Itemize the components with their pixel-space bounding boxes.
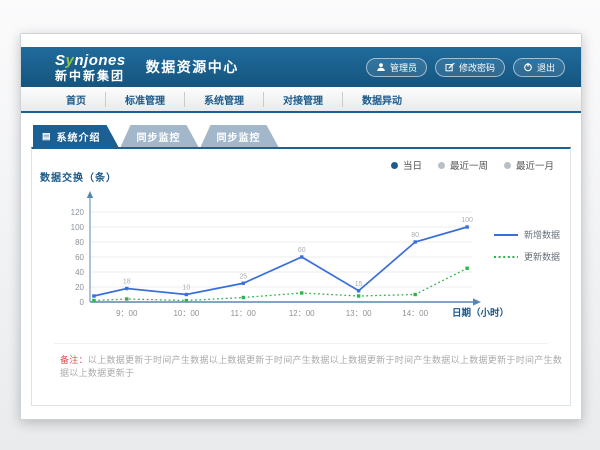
- app-window: Synjones 新中新集团 数据资源中心 管理员修改密码退出 首页标准管理系统…: [20, 33, 582, 420]
- header-button-label: 修改密码: [459, 61, 495, 74]
- nav-item-3[interactable]: 对接管理: [263, 92, 342, 107]
- time-filter-option-2[interactable]: 最近一月: [504, 158, 554, 172]
- footnote-divider: [54, 343, 548, 344]
- data-point-marker: [92, 294, 95, 297]
- data-point-label: 80: [411, 232, 419, 239]
- y-axis-arrow-icon: [87, 191, 93, 198]
- tab-label: 系统介绍: [57, 129, 101, 144]
- x-axis-tick-label: 11：00: [231, 309, 257, 318]
- x-axis-tick-label: 10：00: [173, 309, 199, 318]
- data-point-marker: [185, 299, 188, 302]
- time-range-filter: 当日 最近一周 最近一月: [391, 158, 554, 172]
- edit-icon: [445, 62, 455, 72]
- logo-text-en: Synjones: [55, 53, 126, 68]
- system-intro-panel: 当日 最近一周 最近一月 数据交换（条） 0 20 40 60 80 100 120 9：00 10…: [31, 147, 571, 406]
- nav-item-2[interactable]: 系统管理: [184, 92, 263, 107]
- header-button-change-password[interactable]: 修改密码: [435, 58, 505, 77]
- legend-item-0[interactable]: 新增数据: [494, 229, 560, 240]
- data-point-marker: [465, 225, 468, 228]
- data-point-label: 60: [298, 247, 306, 254]
- legend-item-1[interactable]: 更新数据: [494, 251, 560, 262]
- series-line-1: [94, 268, 467, 300]
- logo-text-cn: 新中新集团: [55, 70, 126, 82]
- content-area: ▤ 系统介绍 同步监控 同步监控 当日 最近一周 最近一月 数据交换（条） 0 20 40 60…: [21, 115, 581, 419]
- footnote-prefix: 备注：: [60, 355, 88, 365]
- power-icon: [523, 62, 533, 72]
- header-button-logout[interactable]: 退出: [513, 58, 565, 77]
- y-axis-tick-label: 0: [80, 298, 85, 307]
- tab-1[interactable]: 同步监控: [121, 125, 199, 147]
- x-axis-tick-label: 13：00: [346, 309, 372, 318]
- data-point-marker: [465, 267, 468, 270]
- x-axis-tick-label: 14：00: [402, 309, 428, 318]
- radio-label: 当日: [403, 158, 422, 172]
- nav-item-4[interactable]: 数据异动: [342, 92, 421, 107]
- logo-y-accent: y: [66, 52, 75, 69]
- user-icon: [376, 62, 386, 72]
- y-axis-tick-label: 40: [75, 268, 84, 277]
- data-point-marker: [185, 293, 188, 296]
- data-point-marker: [413, 293, 416, 296]
- radio-label: 最近一月: [516, 158, 554, 172]
- legend-label: 更新数据: [524, 251, 560, 262]
- data-point-label: 18: [123, 279, 131, 286]
- radio-unselected-icon: [504, 162, 511, 169]
- tab-label: 同步监控: [137, 129, 181, 144]
- data-point-label: 15: [355, 281, 363, 288]
- data-point-marker: [92, 299, 95, 302]
- data-point-marker: [125, 297, 128, 300]
- nav-item-0[interactable]: 首页: [47, 92, 105, 107]
- y-axis-tick-label: 60: [75, 253, 84, 262]
- data-point-label: 25: [239, 273, 247, 280]
- data-point-marker: [357, 289, 360, 292]
- data-exchange-line-chart: 0 20 40 60 80 100 120 9：00 10：00 11：00 12：00 13：00 1…: [46, 189, 568, 325]
- data-point-marker: [125, 287, 128, 290]
- data-point-marker: [242, 282, 245, 285]
- time-filter-option-1[interactable]: 最近一周: [438, 158, 488, 172]
- nav-item-1[interactable]: 标准管理: [105, 92, 184, 107]
- footnote: 备注：以上数据更新于时间产生数据以上数据更新于时间产生数据以上数据更新于时间产生…: [60, 353, 570, 379]
- header-button-admin[interactable]: 管理员: [366, 58, 427, 77]
- legend-label: 新增数据: [524, 229, 560, 240]
- app-header: Synjones 新中新集团 数据资源中心 管理员 修改密码 退出: [21, 47, 581, 87]
- data-point-label: 10: [182, 285, 190, 292]
- data-point-marker: [300, 255, 303, 258]
- chart-x-axis-title: 日期（小时）: [452, 307, 509, 319]
- radio-unselected-icon: [438, 162, 445, 169]
- tab-label: 同步监控: [217, 129, 261, 144]
- tab-2[interactable]: 同步监控: [201, 125, 279, 147]
- y-axis-tick-label: 80: [75, 238, 84, 247]
- data-point-label: 100: [461, 217, 473, 224]
- header-button-label: 退出: [537, 61, 555, 74]
- radio-selected-icon: [391, 162, 398, 169]
- radio-label: 最近一周: [450, 158, 488, 172]
- y-axis-tick-label: 120: [71, 208, 85, 217]
- data-point-marker: [242, 296, 245, 299]
- company-logo: Synjones 新中新集团: [55, 53, 126, 82]
- y-axis-tick-label: 100: [71, 223, 85, 232]
- x-axis-tick-label: 9：00: [116, 309, 138, 318]
- document-icon: ▤: [42, 131, 52, 142]
- footnote-text: 以上数据更新于时间产生数据以上数据更新于时间产生数据以上数据更新于时间产生数据以…: [60, 355, 562, 378]
- data-point-marker: [300, 291, 303, 294]
- data-point-marker: [413, 240, 416, 243]
- x-axis-arrow-icon: [473, 298, 481, 305]
- header-actions: 管理员 修改密码 退出: [366, 58, 565, 77]
- tab-bar: ▤ 系统介绍 同步监控 同步监控: [33, 125, 281, 147]
- y-axis-tick-label: 20: [75, 283, 84, 292]
- time-filter-option-0[interactable]: 当日: [391, 158, 422, 172]
- data-point-marker: [357, 294, 360, 297]
- chart-y-axis-title: 数据交换（条）: [40, 169, 117, 184]
- page-top-strip: [21, 34, 581, 47]
- tab-0-active[interactable]: ▤ 系统介绍: [33, 125, 119, 147]
- app-title: 数据资源中心: [146, 57, 239, 77]
- x-axis-tick-label: 12：00: [289, 309, 315, 318]
- main-nav: 首页标准管理系统管理对接管理数据异动: [21, 87, 581, 113]
- header-button-label: 管理员: [390, 61, 417, 74]
